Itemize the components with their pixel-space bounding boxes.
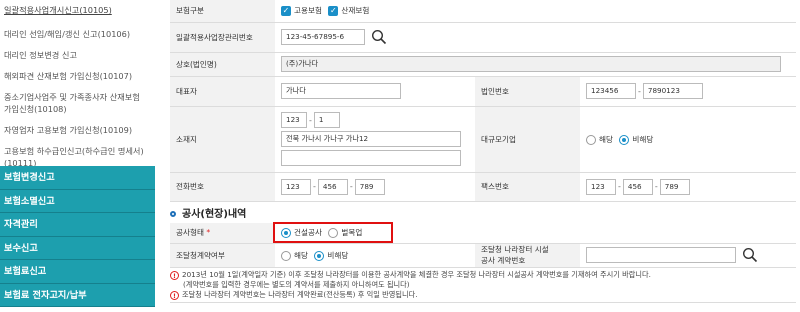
sidebar-link-overseas[interactable]: 해외파견 산재보험 가입신청(10107) <box>0 70 155 82</box>
facility-search-icon[interactable] <box>742 247 758 263</box>
sidebar-menu-wage[interactable]: 보수신고 <box>0 236 155 260</box>
sidebar-menu-premium[interactable]: 보험료신고 <box>0 260 155 284</box>
construction-table: 공사형태 * 건설공사 벌목업 조달청계약여부 해당 비해당 조달청 나라장터 … <box>170 223 797 268</box>
company-name-label: 상호(법인명) <box>170 52 275 77</box>
industrial-insurance-checkbox[interactable]: ✓ <box>328 6 339 17</box>
address-line1-input[interactable]: 전북 가나시 가나구 가나12 <box>281 131 461 147</box>
contract-yes-label: 해당 <box>294 250 308 260</box>
sidebar-menu-terminate[interactable]: 보험소멸신고 <box>0 189 155 213</box>
zip2-input[interactable]: 1 <box>313 112 340 128</box>
bullet-icon <box>170 211 176 217</box>
corp-no-label: 법인번호 <box>475 76 580 107</box>
phone-part1-input[interactable]: 123 <box>281 178 311 195</box>
address-label: 소재지 <box>170 106 275 173</box>
sidebar-menu-e-notice[interactable]: 보험료 전자고지/납부 <box>0 283 155 307</box>
insurance-type-label: 보험구분 <box>170 0 275 23</box>
sidebar-menu-qualification[interactable]: 자격관리 <box>0 213 155 237</box>
warning-icon: ! <box>170 270 179 280</box>
phone-part3-input[interactable]: 789 <box>354 178 385 195</box>
business-info-table: 보험구분 ✓ 고용보험 ✓ 산재보험 일괄적용사업장관리번호 123-45-6789… <box>170 0 797 202</box>
sidebar-link-sme-owner[interactable]: 중소기업사업주 및 가족종사자 산재보험가입신청(10108) <box>0 91 145 115</box>
construction-type-label: 공사형태 * <box>170 223 275 244</box>
notice-1b: (계약번호를 입력한 경우에는 별도의 계약서를 제출하지 아니하여도 됩니다) <box>183 280 410 289</box>
contract-label: 조달청계약여부 <box>170 243 275 268</box>
sidebar-menu-change[interactable]: 보험변경신고 <box>0 166 155 190</box>
fax-part3-input[interactable]: 789 <box>659 178 690 195</box>
sidebar-link-agent-info[interactable]: 대리인 정보변경 신고 <box>0 49 155 61</box>
facility-no-label: 조달청 나라장터 시설 공사 계약번호 <box>475 243 580 268</box>
sidebar-link-bulk-start[interactable]: 일괄적용사업개시신고(10105) <box>0 4 155 16</box>
fax-part2-input[interactable]: 456 <box>622 178 653 195</box>
representative-input[interactable]: 가나다 <box>281 83 401 99</box>
contract-yes-radio[interactable] <box>281 250 291 261</box>
section-title: 공사(현장)내역 <box>170 205 246 220</box>
phone-label: 전화번호 <box>170 172 275 202</box>
size-no-radio[interactable] <box>619 134 630 145</box>
search-icon[interactable] <box>371 29 387 45</box>
fax-part1-input[interactable]: 123 <box>586 178 616 195</box>
facility-no-input[interactable] <box>586 247 736 263</box>
mgmt-no-label: 일괄적용사업장관리번호 <box>170 22 275 53</box>
contract-no-radio[interactable] <box>314 250 325 261</box>
representative-label: 대표자 <box>170 76 275 107</box>
zip1-input[interactable]: 123 <box>281 112 307 128</box>
size-no-label: 비해당 <box>632 134 654 144</box>
fax-label: 팩스번호 <box>475 172 580 202</box>
highlight-box <box>273 222 393 243</box>
notice-2: ! 조달청 나라장터 계약번호는 나라장터 계약완료(전산등록) 후 익일 반영됩… <box>170 290 796 300</box>
corp-no-part2-input[interactable]: 7890123 <box>642 83 703 99</box>
employment-insurance-checkbox[interactable]: ✓ <box>281 6 291 17</box>
corp-no-part1-input[interactable]: 123456 <box>586 83 636 99</box>
size-label: 대규모기업 <box>475 106 580 173</box>
sidebar-link-agent-appoint[interactable]: 대리인 선임/해임/갱신 신고(10106) <box>0 28 155 40</box>
industrial-insurance-label: 산재보험 <box>341 6 370 16</box>
size-yes-radio[interactable] <box>586 134 596 145</box>
notice-area: ! 2013년 10월 1일(계약일자 기준) 이후 조달청 나라장터를 이용한 … <box>170 270 796 303</box>
warning-icon: ! <box>170 290 179 300</box>
sidebar-link-self-employed[interactable]: 자영업자 고용보험 가입신청(10109) <box>0 124 155 136</box>
employment-insurance-label: 고용보험 <box>294 6 322 16</box>
notice-1: ! 2013년 10월 1일(계약일자 기준) 이후 조달청 나라장터를 이용한 … <box>170 270 796 280</box>
size-yes-label: 해당 <box>599 134 613 144</box>
phone-part2-input[interactable]: 456 <box>317 178 348 195</box>
mgmt-no-input[interactable]: 123-45-67895-6 <box>281 29 365 45</box>
address-line2-input[interactable] <box>281 150 461 166</box>
main-form: 보험구분 ✓ 고용보험 ✓ 산재보험 일괄적용사업장관리번호 123-45-6789… <box>170 0 797 312</box>
contract-no-label: 비해당 <box>327 250 349 260</box>
company-name-input[interactable]: (주)가나다 <box>281 56 781 72</box>
section-title-text: 공사(현장)내역 <box>182 209 247 220</box>
sidebar: 일괄적용사업개시신고(10105) 대리인 선임/해임/갱신 신고(10106)… <box>0 0 155 312</box>
